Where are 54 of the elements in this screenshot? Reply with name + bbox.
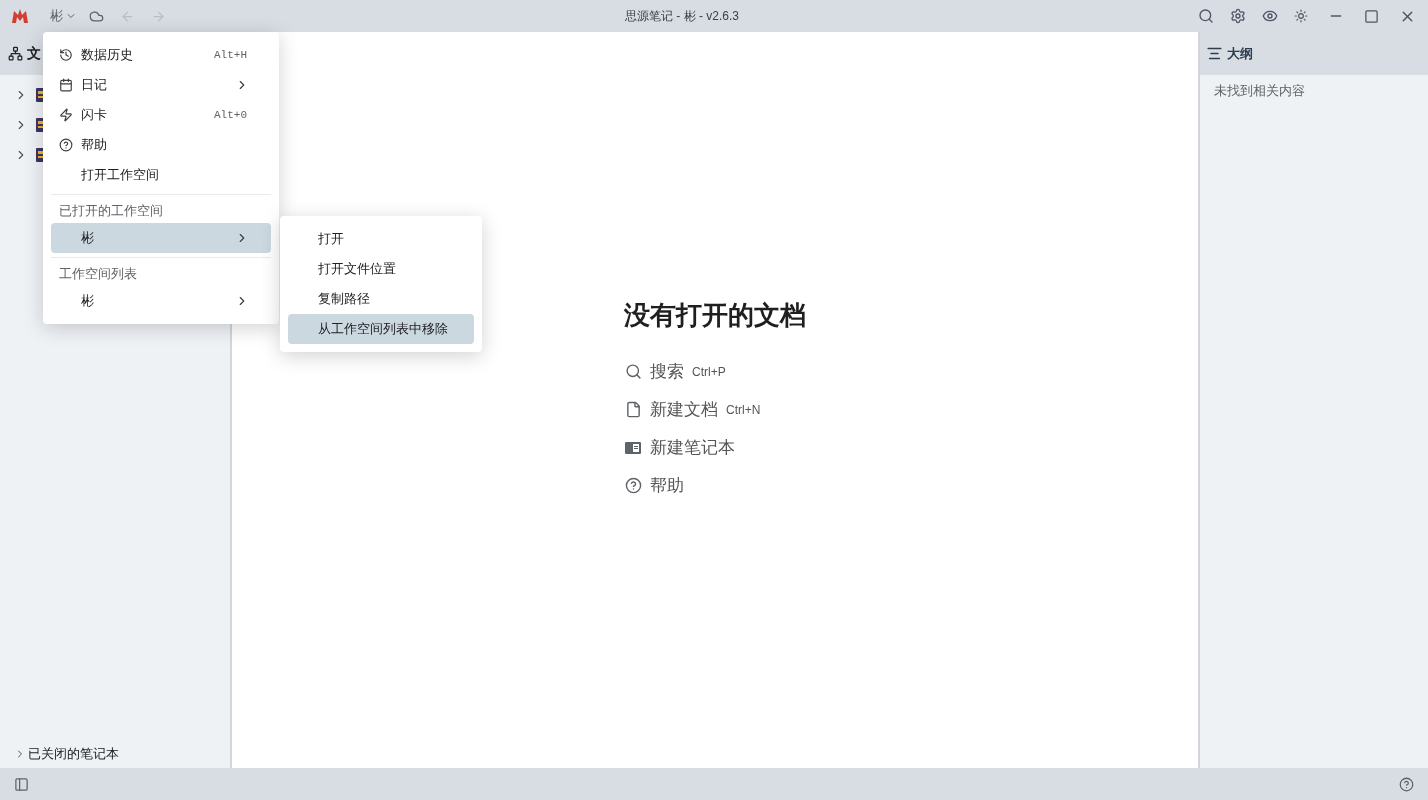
notebook-icon [625, 441, 641, 454]
action-link[interactable]: 帮助 [650, 472, 684, 499]
menu-item-icon [59, 138, 73, 152]
menu-item[interactable]: 数据历史 Alt+H [51, 40, 271, 70]
menu-item[interactable]: 打开文件位置 [288, 254, 474, 284]
empty-heading: 没有打开的文档 [624, 298, 806, 332]
outline-icon [1206, 45, 1223, 62]
panel-title: 文 [27, 44, 41, 63]
menu-item-label: 数据历史 [81, 46, 134, 65]
menu-item[interactable]: 闪卡 Alt+0 [51, 100, 271, 130]
menu-section-header: 工作空间列表 [58, 265, 138, 284]
shortcut-label: Alt+H [214, 47, 247, 63]
menu-item[interactable]: 打开 [288, 224, 474, 254]
shortcut-label: Alt+0 [214, 107, 247, 123]
logo-icon[interactable] [12, 9, 28, 23]
settings-icon[interactable] [1230, 8, 1246, 24]
help-icon[interactable] [1399, 776, 1414, 792]
menu-item-label: 日记 [81, 76, 108, 95]
closed-notebooks-label[interactable]: 已关闭的笔记本 [28, 744, 119, 764]
action-link[interactable]: 搜索 [650, 358, 684, 385]
menu-item-icon [59, 78, 73, 92]
window-title: 思源笔记 - 彬 - v2.6.3 [625, 8, 739, 25]
workspace-button[interactable]: 彬 [50, 6, 77, 26]
search-icon[interactable] [1198, 8, 1214, 24]
dock-toggle-icon[interactable] [14, 776, 29, 792]
action-link[interactable]: 新建文档 [650, 396, 718, 423]
empty-message: 未找到相关内容 [1213, 82, 1306, 100]
menu-item-label: 帮助 [81, 136, 108, 155]
help-icon [624, 477, 642, 494]
menu-item-icon [59, 108, 73, 122]
eye-icon[interactable] [1262, 8, 1278, 24]
menu-item-label: 打开工作空间 [81, 166, 160, 185]
tree-icon [8, 46, 23, 61]
menu-item-label: 彬 [81, 292, 95, 311]
shortcut-label: Ctrl+N [726, 401, 761, 419]
menu-item[interactable]: 帮助 [51, 130, 271, 160]
action-link[interactable]: 新建笔记本 [650, 434, 735, 461]
menu-item[interactable]: 打开工作空间 [51, 160, 271, 190]
menu-item-label: 闪卡 [81, 106, 108, 125]
shortcut-label: Ctrl+P [692, 363, 726, 381]
menu-item-label: 彬 [81, 229, 95, 248]
menu-item[interactable]: 复制路径 [288, 284, 474, 314]
cloud-icon[interactable] [89, 8, 104, 24]
menu-item[interactable]: 彬 [51, 286, 271, 316]
search-icon [624, 363, 642, 380]
sun-icon[interactable] [1294, 9, 1308, 23]
menu-item-icon [59, 48, 73, 62]
maximize-icon[interactable] [1364, 8, 1379, 24]
menu-section-header: 已打开的工作空间 [58, 202, 164, 221]
file-icon [624, 401, 642, 418]
menu-item[interactable]: 从工作空间列表中移除 [288, 314, 474, 344]
panel-title: 大纲 [1227, 44, 1253, 63]
menu-item[interactable]: 日记 [51, 70, 271, 100]
menu-item[interactable]: 彬 [51, 223, 271, 253]
